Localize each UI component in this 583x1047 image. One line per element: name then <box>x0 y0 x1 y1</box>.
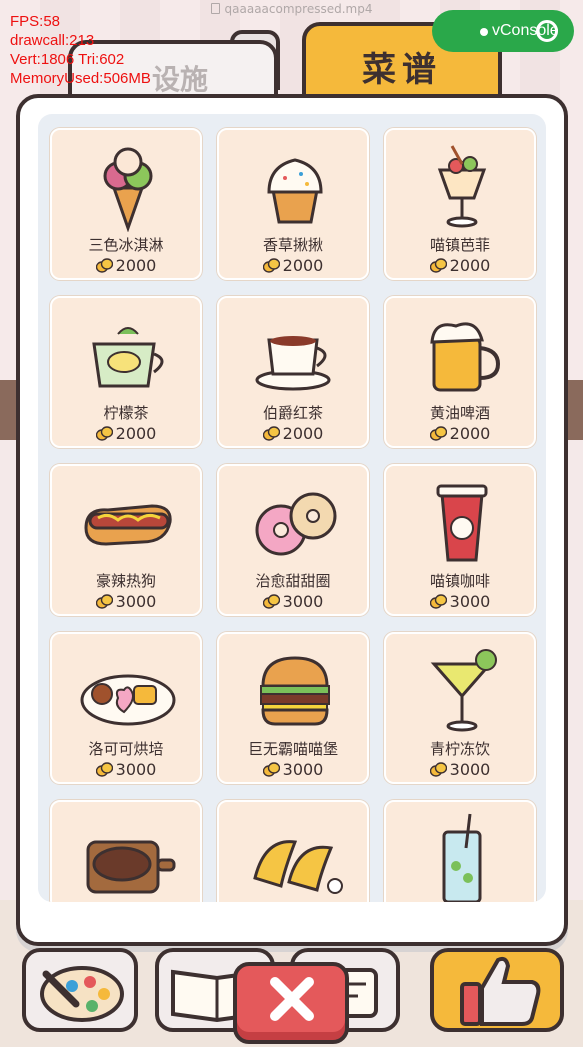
recipe-name: 黄油啤酒 <box>429 404 490 422</box>
earl-grey-tea-icon <box>255 336 331 391</box>
coin-icon <box>262 258 280 273</box>
recipe-card[interactable]: 豪辣热狗 3000 <box>50 464 202 616</box>
burger-icon <box>260 656 330 726</box>
recipe-price-value: 2000 <box>449 256 491 275</box>
lime-cocktail-icon <box>430 649 497 732</box>
recipe-card[interactable]: 洛可可烘培 3000 <box>50 632 202 784</box>
recipe-price-value: 2000 <box>115 256 157 275</box>
recipe-card[interactable]: 青柠冻饮 3000 <box>384 632 536 784</box>
parfait-icon <box>437 145 487 228</box>
ice-cream-icon <box>103 147 153 232</box>
steak-icon <box>86 840 176 894</box>
recipe-price-value: 2000 <box>449 424 491 443</box>
recipe-card[interactable] <box>384 800 536 902</box>
recipe-card[interactable]: 喵镇芭菲 2000 <box>384 128 536 280</box>
recipe-name: 洛可可烘培 <box>88 740 164 758</box>
recipe-card[interactable]: 柠檬茶 2000 <box>50 296 202 448</box>
coin-icon <box>262 426 280 441</box>
recipe-price: 2000 <box>219 424 367 443</box>
thumbs-up-button[interactable] <box>430 948 564 1032</box>
recipe-price-value: 3000 <box>282 760 324 779</box>
recipe-price-value: 3000 <box>449 760 491 779</box>
recipe-name: 治愈甜甜圈 <box>255 572 331 590</box>
recipe-price: 2000 <box>386 256 534 275</box>
recipe-panel: 三色冰淇淋 2000 香草揪揪 2000 喵镇芭菲 2000 柠檬茶 2000 伯爵红茶 2000… <box>16 94 568 946</box>
recipe-name: 巨无霸喵喵堡 <box>247 740 338 758</box>
palette-button[interactable] <box>22 948 138 1032</box>
recipe-name: 三色冰淇淋 <box>88 236 164 254</box>
coin-icon <box>429 594 447 609</box>
donut-icon <box>255 492 337 556</box>
taco-icon <box>253 840 343 894</box>
hotdog-icon <box>84 504 172 546</box>
recipe-name: 豪辣热狗 <box>95 572 156 590</box>
recipe-price: 3000 <box>219 592 367 611</box>
recipe-name: 喵镇咖啡 <box>429 572 490 590</box>
recipe-name: 柠檬茶 <box>103 404 149 422</box>
vconsole-button[interactable]: vConsole <box>432 10 574 52</box>
recipe-price: 3000 <box>52 760 200 779</box>
coin-icon <box>95 762 113 777</box>
debug-memory: MemoryUsed:506MB <box>10 70 151 87</box>
recipe-price: 2000 <box>386 424 534 443</box>
recipe-card[interactable]: 伯爵红茶 2000 <box>217 296 369 448</box>
recipe-name: 喵镇芭菲 <box>429 236 490 254</box>
butterbeer-icon <box>430 322 501 392</box>
coin-icon <box>429 762 447 777</box>
recipe-card[interactable]: 治愈甜甜圈 3000 <box>217 464 369 616</box>
recipe-price-value: 2000 <box>282 256 324 275</box>
recipe-card[interactable]: 黄油啤酒 2000 <box>384 296 536 448</box>
recipe-price: 3000 <box>52 592 200 611</box>
debug-fps: FPS:58 <box>10 13 61 30</box>
coin-icon <box>262 594 280 609</box>
recipe-scroll-area[interactable]: 三色冰淇淋 2000 香草揪揪 2000 喵镇芭菲 2000 柠檬茶 2000 伯爵红茶 2000… <box>38 114 546 902</box>
vconsole-dot <box>480 28 488 36</box>
recipe-price-value: 2000 <box>282 424 324 443</box>
recipe-price-value: 2000 <box>115 424 157 443</box>
lemon-tea-icon <box>92 327 164 388</box>
recipe-name: 香草揪揪 <box>262 236 323 254</box>
coffee-cup-icon <box>436 484 488 562</box>
recipe-price-value: 3000 <box>282 592 324 611</box>
debug-stats: FPS:58 drawcall:213 Vert:1806 Tri:602 Me… <box>10 12 151 88</box>
mojito-icon <box>442 813 482 902</box>
file-icon <box>210 3 220 14</box>
pastry-plate-icon <box>80 674 176 726</box>
recipe-price-value: 3000 <box>115 760 157 779</box>
recipe-price: 2000 <box>52 424 200 443</box>
video-file-name: qaaaaacompressed.mp4 <box>224 2 373 16</box>
recipe-card[interactable] <box>50 800 202 902</box>
recipe-price: 3000 <box>386 592 534 611</box>
close-icon <box>270 977 314 1021</box>
coin-icon <box>95 426 113 441</box>
cupcake-icon <box>267 158 323 224</box>
recipe-price-value: 3000 <box>115 592 157 611</box>
recipe-card[interactable] <box>217 800 369 902</box>
recipe-card[interactable]: 香草揪揪 2000 <box>217 128 369 280</box>
coin-icon <box>429 426 447 441</box>
recipe-price: 3000 <box>386 760 534 779</box>
close-button[interactable] <box>233 962 349 1044</box>
recipe-name: 伯爵红茶 <box>262 404 323 422</box>
recipe-price: 2000 <box>219 256 367 275</box>
recipe-price-value: 3000 <box>449 592 491 611</box>
recipe-price: 3000 <box>219 760 367 779</box>
coin-icon <box>95 594 113 609</box>
debug-drawcall: drawcall:213 <box>10 32 95 49</box>
recipe-price: 2000 <box>52 256 200 275</box>
coin-icon <box>262 762 280 777</box>
thumbs-up-icon <box>460 956 541 1026</box>
recipe-name: 青柠冻饮 <box>429 740 490 758</box>
coin-icon <box>95 258 113 273</box>
recipe-card[interactable]: 三色冰淇淋 2000 <box>50 128 202 280</box>
vconsole-ring-icon <box>536 20 558 42</box>
recipe-card[interactable]: 喵镇咖啡 3000 <box>384 464 536 616</box>
coin-icon <box>429 258 447 273</box>
recipe-grid: 三色冰淇淋 2000 香草揪揪 2000 喵镇芭菲 2000 柠檬茶 2000 伯爵红茶 2000… <box>50 128 536 902</box>
palette-icon <box>40 966 124 1022</box>
debug-vert-tri: Vert:1806 Tri:602 <box>10 51 125 68</box>
recipe-card[interactable]: 巨无霸喵喵堡 3000 <box>217 632 369 784</box>
tab-facility-label: 设施 <box>152 63 209 96</box>
